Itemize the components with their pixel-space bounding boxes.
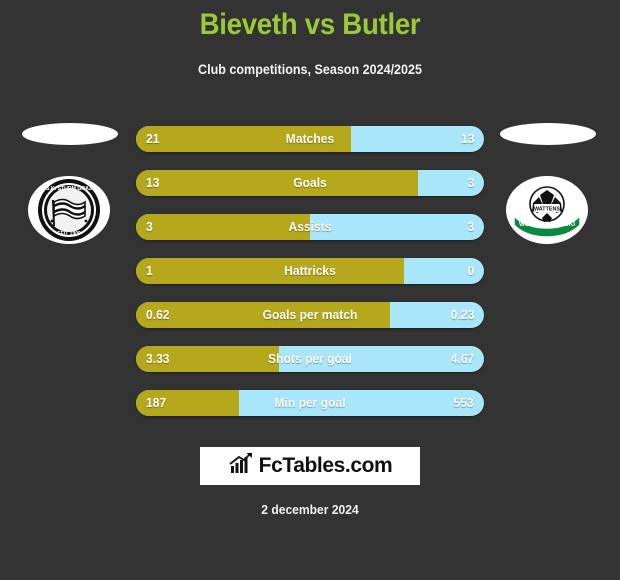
stat-label: Min per goal (274, 395, 346, 410)
stat-label: Hattricks (284, 263, 336, 278)
away-value: 3 (467, 175, 474, 190)
stat-comparison-card: Bieveth vs Butler Club competitions, Sea… (0, 0, 620, 580)
away-club-crest: WSG SWAROVSKI WATTENS (506, 176, 588, 244)
home-crest-backdrop (22, 123, 118, 145)
away-value: 553 (453, 395, 474, 410)
stat-label: Shots per goal (268, 351, 352, 366)
svg-text:WSG SWAROVSKI: WSG SWAROVSKI (519, 221, 575, 228)
stat-label: Goals per match (262, 307, 358, 322)
stat-row: 3.33 Shots per goal 4.67 (136, 346, 484, 372)
stat-row: 0.62 Goals per match 0.23 (136, 302, 484, 328)
stat-row: 1 Hattricks 0 (136, 258, 484, 284)
svg-text:S.K. STURM GRAZ: S.K. STURM GRAZ (46, 186, 93, 192)
svg-text:WATTENS: WATTENS (534, 207, 560, 213)
page-subtitle: Club competitions, Season 2024/2025 (198, 62, 422, 77)
stat-row: 187 Min per goal 553 (136, 390, 484, 416)
stat-row: 13 Goals 3 (136, 170, 484, 196)
away-value: 4.67 (450, 351, 474, 366)
away-value: 0.23 (450, 307, 474, 322)
stat-row: 21 Matches 13 (136, 126, 484, 152)
stat-label: Goals (293, 175, 327, 190)
stat-bars-list: 21 Matches 13 13 Goals 3 3 Assists 3 1 Hattricks 0 0… (136, 126, 484, 434)
svg-text:SEIT 1909: SEIT 1909 (57, 231, 81, 237)
brand-label: FcTables.com (258, 454, 393, 477)
page-title: Bieveth vs Butler (199, 8, 421, 41)
away-value: 13 (460, 131, 474, 146)
away-value: 0 (467, 263, 474, 278)
stat-label: Matches (285, 131, 335, 146)
stat-label: Assists (288, 219, 332, 234)
home-club-crest: S.K. STURM GRAZ SEIT 1909 (28, 176, 110, 244)
bar-chart-arrow-icon (228, 451, 254, 481)
generated-date: 2 december 2024 (261, 502, 359, 517)
away-value: 3 (467, 219, 474, 234)
fctables-brand[interactable]: FcTables.com (200, 447, 420, 485)
stat-row: 3 Assists 3 (136, 214, 484, 240)
away-crest-backdrop (500, 123, 596, 145)
